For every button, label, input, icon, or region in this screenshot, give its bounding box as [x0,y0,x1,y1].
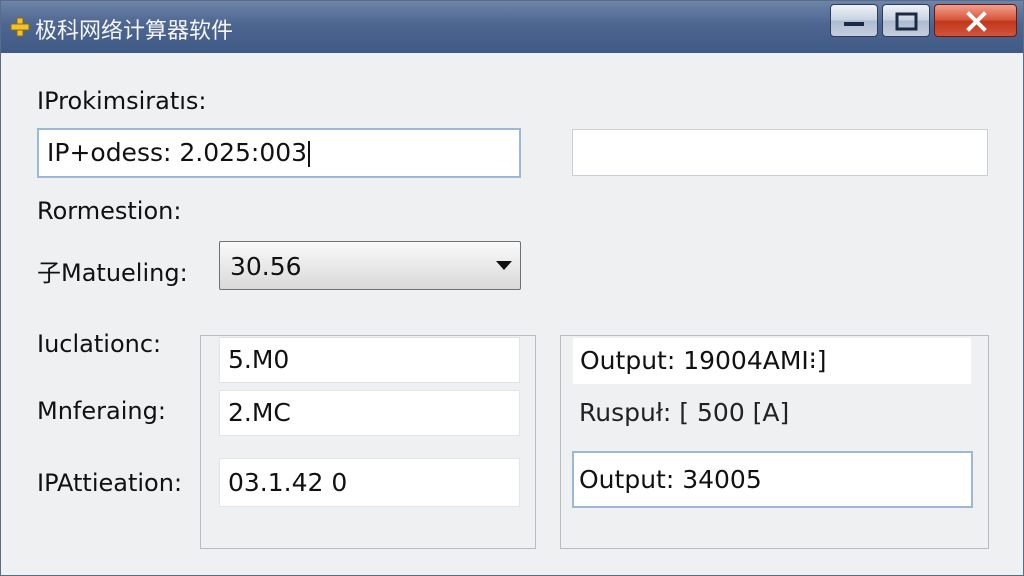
title-bar[interactable]: 极科网络计算器软件 [1,1,1023,53]
chevron-down-icon [496,261,512,270]
mnfering-value: 2.MC [228,398,291,427]
close-button[interactable] [934,4,1017,37]
ip-address-input[interactable]: IP+odess: 2.025:003 [37,128,521,178]
calc-value: 5.M0 [228,345,290,374]
ip-label: IProkimsiratıs: [37,87,207,115]
calc-label: Iuclationc: [37,330,162,358]
matching-label: 子Matueling: [37,259,188,287]
output-line-2: Ruspuł: [ 500 [A] [579,398,790,427]
window-title: 极科网络计算器软件 [35,19,234,44]
output-line-3-text: Output: 34005 [579,465,762,494]
output-line-1: Output: 19004AMI⁝] [573,338,971,384]
close-icon [966,11,987,32]
output-line-3[interactable]: Output: 34005 [572,451,973,508]
minimize-icon [844,22,864,26]
minimize-button[interactable] [830,4,878,37]
mnfering-input[interactable]: 2.MC [219,390,520,436]
text-caret [308,141,311,167]
ip-address-value: IP+odess: 2.025:003 [47,138,308,167]
output-line-1-text: Output: 19004AMI⁝] [580,346,827,375]
matching-selected-value: 30.56 [230,252,302,281]
calc-input[interactable]: 5.M0 [219,337,520,383]
secondary-input[interactable] [572,129,988,176]
app-cross-icon [10,17,30,37]
attiation-input[interactable]: 03.1.42 0 [219,458,520,507]
app-window: 极科网络计算器软件 IProkimsiratıs: IP+odess: 2.02… [0,0,1024,576]
mnfering-label: Mnferaing: [37,397,166,425]
section-label: Rormestion: [37,197,182,225]
maximize-icon [895,12,918,31]
matching-dropdown[interactable]: 30.56 [219,241,521,290]
attiation-label: IPAttieation: [37,469,183,497]
attiation-value: 03.1.42 0 [228,468,348,497]
maximize-button[interactable] [882,4,930,37]
